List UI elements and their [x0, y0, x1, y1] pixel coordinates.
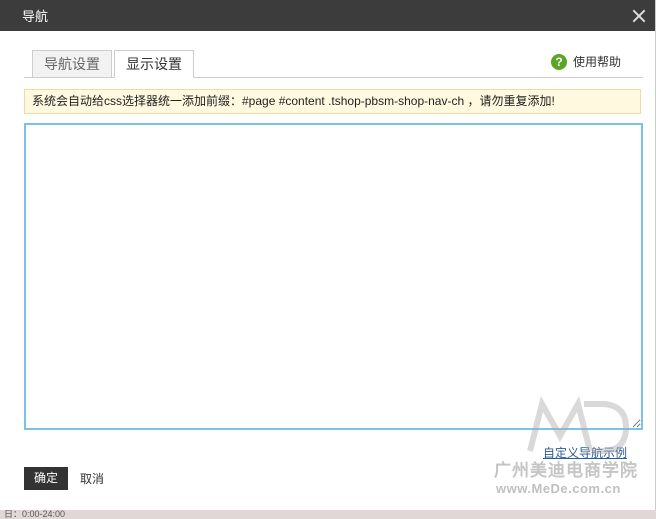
backdrop-hours-text: 日：0:00-24:00 [4, 509, 66, 519]
cancel-button[interactable]: 取消 [80, 470, 104, 487]
dialog-titlebar: 导航 [0, 0, 655, 31]
help-link[interactable]: ? 使用帮助 [550, 53, 621, 70]
tab-nav-settings[interactable]: 导航设置 [32, 50, 112, 78]
help-label: 使用帮助 [572, 55, 621, 69]
tab-bar: 导航设置 显示设置 ? 使用帮助 [24, 31, 643, 78]
dialog-title: 导航 [22, 9, 49, 24]
backdrop-bottom [0, 510, 656, 519]
question-icon: ? [550, 53, 567, 70]
css-prefix-notice: 系统会自动给css选择器统一添加前缀：#page #content .tshop… [24, 89, 641, 114]
close-icon[interactable] [631, 8, 647, 24]
tab-display-settings[interactable]: 显示设置 [114, 50, 194, 78]
nav-dialog: 导航 导航设置 显示设置 ? 使用帮助 系统会自动给css选择器统一添加前缀：#… [0, 0, 656, 510]
ok-button[interactable]: 确定 [24, 467, 69, 490]
dialog-actions: 确定 取消 [24, 467, 104, 490]
custom-nav-example-link[interactable]: 自定义导航示例 [543, 444, 627, 461]
css-editor[interactable] [24, 123, 643, 430]
